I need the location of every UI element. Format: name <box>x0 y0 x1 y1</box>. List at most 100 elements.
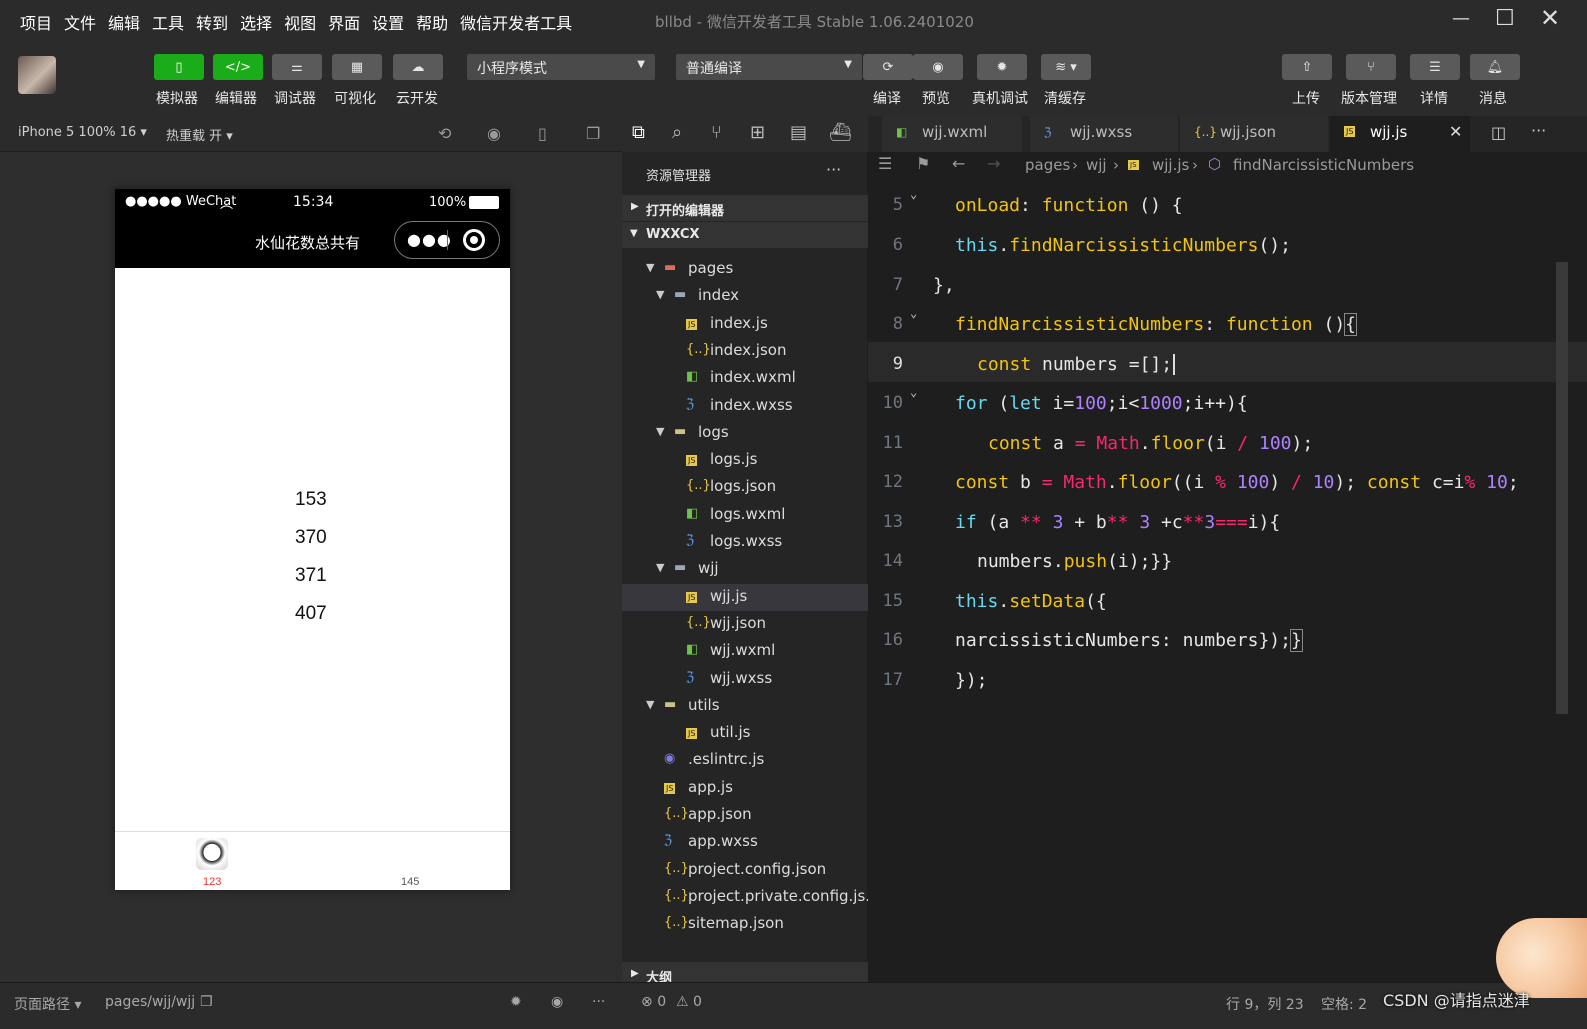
tree-item[interactable]: ▼ ▬ logs <box>622 420 868 447</box>
more-icon[interactable]: ··· <box>592 994 605 1010</box>
capsule-menu[interactable]: ●●● <box>394 221 500 259</box>
more-icon[interactable]: ●●● <box>407 230 452 249</box>
extensions-icon[interactable]: ⊞ <box>750 122 765 143</box>
menu-item[interactable]: 设置 <box>372 10 404 34</box>
real-debug-button[interactable]: ✹ <box>977 54 1027 80</box>
eye-icon[interactable]: ◉ <box>551 994 563 1010</box>
breadcrumb-item[interactable]: pages <box>1025 156 1070 174</box>
chevron-down-icon[interactable]: ▼ <box>656 288 664 301</box>
page-path-select[interactable]: 页面路径 ▾ <box>14 994 81 1014</box>
hot-reload-select[interactable]: 热重载 开 ▾ <box>166 125 233 144</box>
indent-spaces[interactable]: 空格: 2 <box>1321 994 1367 1014</box>
tree-item[interactable]: ▼ ▬ wjj <box>622 556 868 583</box>
preview-button[interactable]: ◉ <box>913 54 963 80</box>
tree-item[interactable]: {..} wjj.json <box>622 611 868 638</box>
tree-item[interactable]: {..} index.json <box>622 338 868 365</box>
bug-icon[interactable]: ✹ <box>510 994 522 1010</box>
tree-item[interactable]: ℨwjj.wxss <box>622 666 868 693</box>
tree-item[interactable]: ◧ index.wxml <box>622 365 868 392</box>
breadcrumb-item[interactable]: wjj.js <box>1152 156 1189 174</box>
back-icon[interactable]: ← <box>952 154 965 173</box>
maximize-icon[interactable]: ☐ <box>1495 6 1515 31</box>
tab-wjj-js[interactable]: JS wjj.js ✕ <box>1330 116 1470 152</box>
menu-item[interactable]: 编辑 <box>108 10 140 34</box>
open-editors-section[interactable]: ▶ 打开的编辑器 <box>622 195 868 221</box>
tree-item[interactable]: ◧ wjj.wxml <box>622 638 868 665</box>
simulator-button[interactable]: ▯ <box>154 54 204 80</box>
chevron-down-icon[interactable]: ⌄ <box>910 306 917 320</box>
version-button[interactable]: ⑂ <box>1346 54 1396 80</box>
mode-select[interactable]: 小程序模式 ▼ <box>467 54 655 80</box>
editor-button[interactable]: </> <box>213 54 263 80</box>
tree-item[interactable]: ℨapp.wxss <box>622 829 868 856</box>
tree-item[interactable]: ▼ ▬ utils <box>622 693 868 720</box>
device-select[interactable]: iPhone 5 100% 16 ▾ <box>18 125 147 140</box>
rotate-icon[interactable]: ⟲ <box>438 124 451 143</box>
tree-item[interactable]: ◧ logs.wxml <box>622 502 868 529</box>
chevron-down-icon[interactable]: ▼ <box>646 261 654 274</box>
stop-icon[interactable]: ◉ <box>487 124 501 143</box>
phone-icon[interactable]: ▯ <box>538 124 547 143</box>
breadcrumb-item[interactable]: wjj <box>1086 156 1107 174</box>
menu-item[interactable]: 转到 <box>196 10 228 34</box>
tree-item[interactable]: ▼ ▬ index <box>622 283 868 310</box>
tree-item[interactable]: {..} sitemap.json <box>622 911 868 938</box>
search-icon[interactable]: ⌕ <box>672 122 682 143</box>
tab-right-label[interactable]: 145 <box>401 876 419 888</box>
cloud-button[interactable]: ☁ <box>393 54 443 80</box>
chevron-down-icon[interactable]: ⌄ <box>910 385 917 399</box>
more-icon[interactable]: ··· <box>826 160 841 179</box>
close-tab-icon[interactable]: ✕ <box>1449 122 1462 141</box>
tab-left-icon[interactable] <box>196 838 228 870</box>
files-icon[interactable]: ⧉ <box>632 122 645 143</box>
messages-button[interactable]: 🔔︎ <box>1470 54 1520 80</box>
menu-item[interactable]: 工具 <box>152 10 184 34</box>
split-editor-icon[interactable]: ◫ <box>1491 123 1506 142</box>
minimize-icon[interactable]: — <box>1452 8 1470 29</box>
avatar[interactable] <box>18 56 56 94</box>
chevron-down-icon[interactable]: ▼ <box>656 425 664 438</box>
more-icon[interactable]: ··· <box>1531 121 1546 140</box>
details-button[interactable]: ☰ <box>1410 54 1460 80</box>
warning-count[interactable]: ⚠ 0 <box>676 994 702 1010</box>
copy-icon[interactable]: ❐ <box>200 994 213 1010</box>
menu-item[interactable]: 帮助 <box>416 10 448 34</box>
tree-item[interactable]: {..} project.config.json <box>622 857 868 884</box>
breadcrumb-item[interactable]: findNarcissisticNumbers <box>1233 156 1414 174</box>
tree-item[interactable]: JS wjj.js <box>622 583 868 611</box>
upload-button[interactable]: ⇧ <box>1282 54 1332 80</box>
tree-item[interactable]: ◉ .eslintrc.js <box>622 747 868 774</box>
chevron-down-icon[interactable]: ⌄ <box>910 187 917 201</box>
editor-scrollbar[interactable] <box>1556 262 1568 714</box>
visual-button[interactable]: ▦ <box>332 54 382 80</box>
menu-item[interactable]: 项目 <box>20 10 52 34</box>
source-control-icon[interactable]: ⑂ <box>711 122 722 143</box>
tab-left-label[interactable]: 123 <box>203 876 221 888</box>
storage-icon[interactable]: ▤ <box>790 122 807 143</box>
tab-wjj-wxml[interactable]: ◧ wjj.wxml <box>882 116 1022 152</box>
error-count[interactable]: ⊗ 0 <box>641 994 666 1010</box>
tree-item[interactable]: ▼ ▬ pages <box>622 256 868 283</box>
compile-button[interactable]: ⟳ <box>863 54 913 80</box>
tab-wjj-json[interactable]: {..} wjj.json <box>1180 116 1328 152</box>
tree-item[interactable]: JS util.js <box>622 720 868 747</box>
menu-item[interactable]: 文件 <box>64 10 96 34</box>
window-icon[interactable]: ❐ <box>586 124 600 143</box>
tree-item[interactable]: ℨlogs.wxss <box>622 529 868 556</box>
tree-item[interactable]: JS logs.js <box>622 447 868 474</box>
chevron-down-icon[interactable]: ▼ <box>646 698 654 711</box>
tab-wjj-wxss[interactable]: ℨ wjj.wxss <box>1030 116 1178 152</box>
tree-item[interactable]: {..} project.private.config.js... <box>622 884 880 911</box>
chevron-down-icon[interactable]: ▼ <box>656 561 664 574</box>
close-window-icon[interactable]: ✕ <box>1540 4 1560 32</box>
code-editor[interactable]: 5 ⌄ onLoad: function () { 6 this.findNar… <box>868 180 1587 982</box>
tree-item[interactable]: {..} app.json <box>622 802 868 829</box>
menu-item[interactable]: 微信开发者工具 <box>460 10 572 34</box>
menu-item[interactable]: 界面 <box>328 10 360 34</box>
project-section[interactable]: ▼ WXXCX <box>622 222 868 248</box>
list-icon[interactable]: ☰ <box>878 154 892 173</box>
tree-item[interactable]: JS app.js <box>622 775 868 802</box>
docker-icon[interactable]: ⛴ <box>829 122 852 143</box>
tree-item[interactable]: {..} logs.json <box>622 474 868 501</box>
close-target-icon[interactable] <box>463 229 485 251</box>
